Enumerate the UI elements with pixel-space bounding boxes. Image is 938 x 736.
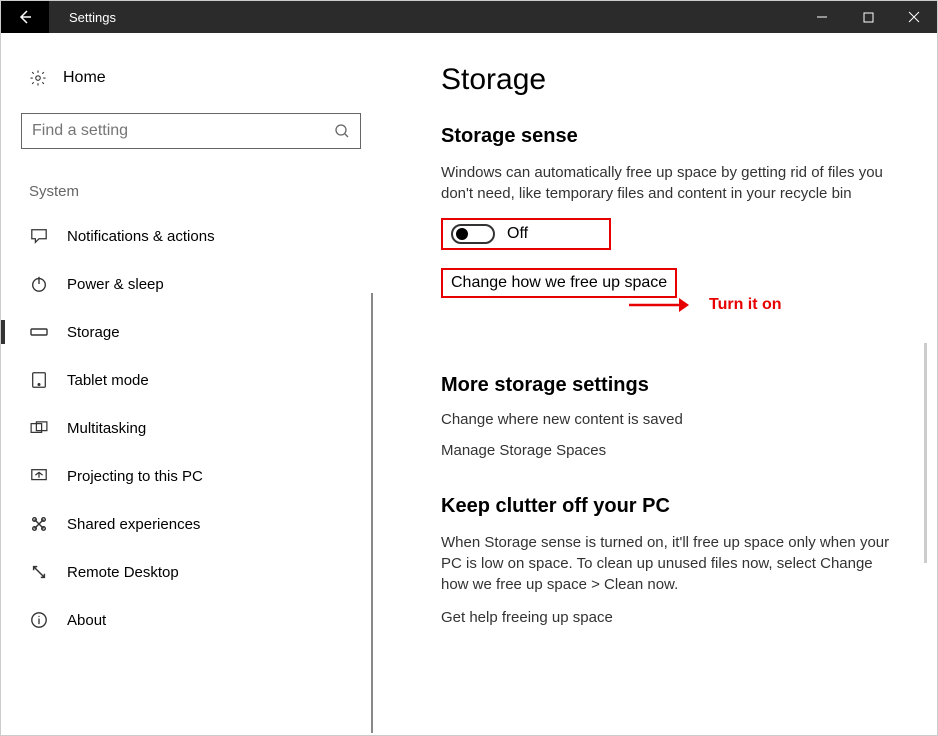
sidebar-item-multitasking[interactable]: Multitasking: [21, 404, 371, 452]
sidebar-item-shared[interactable]: Shared experiences: [21, 500, 371, 548]
sidebar-item-label: Projecting to this PC: [67, 468, 203, 485]
sidebar-item-label: Notifications & actions: [67, 228, 215, 245]
comment-icon: [29, 226, 49, 246]
home-link[interactable]: Home: [21, 63, 371, 93]
section-description: Windows can automatically free up space …: [441, 162, 901, 204]
annotation-turn-on: Turn it on: [627, 296, 782, 314]
home-label: Home: [63, 69, 106, 87]
remote-icon: [29, 562, 49, 582]
section-heading: More storage settings: [441, 374, 917, 397]
window-title: Settings: [49, 10, 799, 25]
back-button[interactable]: [1, 1, 49, 33]
sidebar-item-about[interactable]: About: [21, 596, 371, 644]
sidebar-item-storage[interactable]: Storage: [21, 308, 371, 356]
sidebar-item-label: Power & sleep: [67, 276, 164, 293]
sidebar-item-label: Remote Desktop: [67, 564, 179, 581]
sidebar-item-tablet[interactable]: Tablet mode: [21, 356, 371, 404]
storage-sense-toggle[interactable]: [451, 224, 495, 244]
scrollbar[interactable]: [924, 343, 927, 563]
sidebar-item-notifications[interactable]: Notifications & actions: [21, 212, 371, 260]
maximize-icon: [863, 12, 874, 23]
divider: [371, 293, 373, 733]
minimize-icon: [816, 11, 828, 23]
minimize-button[interactable]: [799, 1, 845, 33]
search-icon: [334, 123, 350, 139]
page-title: Storage: [441, 63, 917, 97]
sidebar-item-remote[interactable]: Remote Desktop: [21, 548, 371, 596]
section-more-settings: More storage settings Change where new c…: [441, 374, 917, 459]
sidebar-item-label: Tablet mode: [67, 372, 149, 389]
search-box[interactable]: [21, 113, 361, 149]
section-description: When Storage sense is turned on, it'll f…: [441, 532, 901, 595]
sidebar: Home System Notifications & actions: [1, 33, 391, 735]
change-free-up-link[interactable]: Change how we free up space: [441, 268, 677, 298]
sidebar-item-label: Shared experiences: [67, 516, 200, 533]
back-arrow-icon: [17, 9, 33, 25]
storage-sense-toggle-row: Off: [441, 218, 611, 250]
section-keep-clutter: Keep clutter off your PC When Storage se…: [441, 495, 917, 626]
storage-icon: [29, 322, 49, 342]
arrow-icon: [627, 296, 697, 314]
sidebar-item-label: Storage: [67, 324, 120, 341]
toggle-knob: [456, 228, 468, 240]
toggle-label: Off: [507, 225, 528, 243]
sidebar-item-projecting[interactable]: Projecting to this PC: [21, 452, 371, 500]
maximize-button[interactable]: [845, 1, 891, 33]
power-icon: [29, 274, 49, 294]
gear-icon: [29, 69, 47, 87]
section-heading: Storage sense: [441, 125, 917, 148]
main-panel: Storage Storage sense Windows can automa…: [391, 33, 937, 735]
tablet-icon: [29, 370, 49, 390]
section-storage-sense: Storage sense Windows can automatically …: [441, 125, 917, 338]
titlebar: Settings: [1, 1, 937, 33]
about-icon: [29, 610, 49, 630]
get-help-link[interactable]: Get help freeing up space: [441, 609, 917, 626]
annotation-text: Turn it on: [709, 296, 782, 314]
manage-storage-link[interactable]: Manage Storage Spaces: [441, 442, 917, 459]
close-button[interactable]: [891, 1, 937, 33]
search-input[interactable]: [32, 122, 334, 140]
sidebar-group-label: System: [21, 179, 371, 204]
shared-icon: [29, 514, 49, 534]
link-label: Change how we free up space: [451, 274, 667, 291]
change-content-saved-link[interactable]: Change where new content is saved: [441, 411, 917, 428]
sidebar-list: Notifications & actions Power & sleep St…: [21, 212, 371, 644]
close-icon: [908, 11, 920, 23]
sidebar-item-label: Multitasking: [67, 420, 146, 437]
multitask-icon: [29, 418, 49, 438]
section-heading: Keep clutter off your PC: [441, 495, 917, 518]
sidebar-item-power[interactable]: Power & sleep: [21, 260, 371, 308]
project-icon: [29, 466, 49, 486]
sidebar-item-label: About: [67, 612, 106, 629]
